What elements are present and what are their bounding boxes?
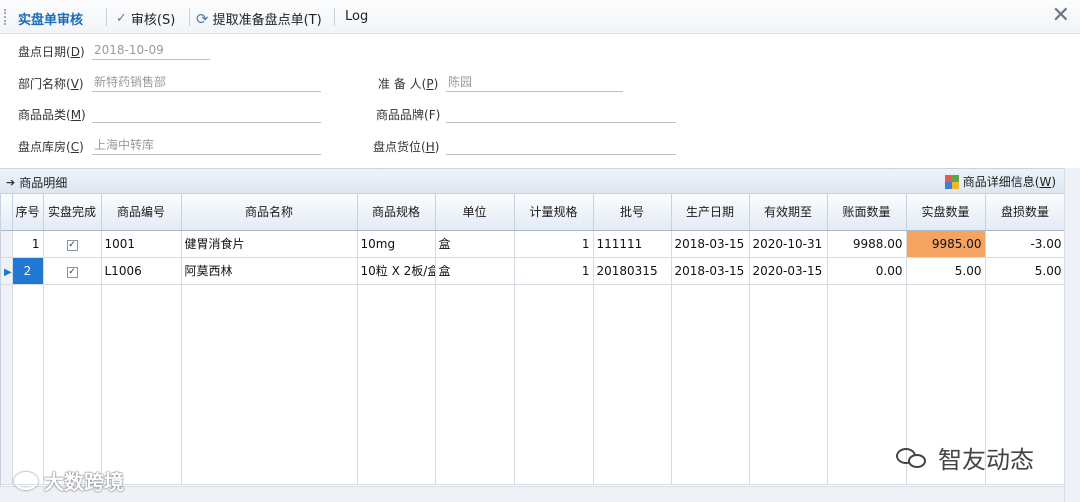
book-quantity-cell[interactable]: 0.00 [827,257,907,285]
production-date-cell[interactable]: 2018-03-15 [671,230,750,258]
toolbar-divider [334,8,335,26]
warehouse-label: 盘点库房(C) [18,140,84,154]
count-date-field[interactable]: 2018-10-09 [92,40,210,60]
toolbar-divider [106,8,107,26]
count-complete-checkbox[interactable]: ✓ [43,257,102,285]
row-number-cell: 1 [12,230,44,258]
column-header[interactable]: 序号 [12,194,44,231]
column-header[interactable]: 计量规格 [514,194,594,231]
refresh-icon: ⟳ [196,9,209,28]
measure-spec-cell[interactable]: 1 [514,257,594,285]
preparer-label: 准 备 人(P) [378,77,439,91]
detail-group-bar: ➔ 商品明细 商品详细信息(W) [0,168,1064,194]
unit-cell[interactable]: 盒 [435,257,515,285]
product-spec-cell[interactable]: 10粒 X 2板/盒 [357,257,436,285]
header-form: 盘点日期(D) 2018-10-09 部门名称(V) 新特药销售部 准 备 人(… [0,34,1080,168]
actual-quantity-cell[interactable]: 9985.00 [906,230,986,258]
toolbar-divider [189,8,190,26]
dept-label: 部门名称(V) [18,77,84,91]
watermark-left: 大数跨境 [14,466,124,495]
log-button[interactable]: Log [345,9,368,24]
vertical-scrollbar[interactable] [1064,168,1080,502]
brand-field[interactable] [446,103,676,123]
product-code-cell[interactable]: L1006 [101,257,182,285]
preparer-field[interactable]: 陈园 [446,72,623,92]
batch-number-cell[interactable]: 20180315 [593,257,672,285]
column-header[interactable]: 商品规格 [357,194,436,231]
date-label: 盘点日期(D) [18,45,85,59]
product-code-cell[interactable]: 1001 [101,230,182,258]
product-spec-cell[interactable]: 10mg [357,230,436,258]
toolbar-grip [4,9,6,25]
column-header[interactable]: 实盘数量 [906,194,986,231]
measure-spec-cell[interactable]: 1 [514,230,594,258]
column-header[interactable]: 批号 [593,194,672,231]
warehouse-field[interactable]: 上海中转库 [92,135,321,155]
column-header[interactable]: 生产日期 [671,194,750,231]
loss-quantity-cell[interactable]: -3.00 [985,230,1064,258]
category-label: 商品品类(M) [18,108,86,122]
actual-quantity-cell[interactable]: 5.00 [906,257,986,285]
column-header[interactable]: 单位 [435,194,515,231]
product-detail-label: 商品详细信息(W) [962,175,1056,189]
weibo-logo-icon [14,471,38,490]
checkbox-checked-icon: ✓ [66,240,78,251]
book-quantity-cell[interactable]: 9988.00 [827,230,907,258]
column-header[interactable]: 有效期至 [749,194,828,231]
detail-group-title[interactable]: ➔ 商品明细 [6,174,67,191]
column-header[interactable]: 盘损数量 [985,194,1064,231]
window-title: 实盘单审核 [18,13,84,28]
grid-header-row: 序号 实盘完成 商品编号 商品名称 商品规格 单位 计量规格 批号 生产日期 有… [1,194,1064,231]
current-row-arrow-icon: ▶ [4,266,12,278]
tiles-icon [944,174,959,189]
horizontal-scrollbar[interactable] [0,486,1064,502]
row-number-cell: 2 [12,257,44,285]
log-button-label: Log [345,9,369,24]
row-indicator[interactable]: ▶ [1,257,13,285]
batch-number-cell[interactable]: 111111 [593,230,672,258]
approve-button[interactable]: ✓ 审核(S) [116,9,175,28]
department-field[interactable]: 新特药销售部 [92,72,321,92]
column-header[interactable]: 账面数量 [827,194,907,231]
table-row[interactable]: 1 ✓ 1001 健胃消食片 10mg 盒 1 111111 2018-03-1… [1,230,1064,258]
column-header[interactable]: 实盘完成 [43,194,102,231]
checkbox-checked-icon: ✓ [66,267,78,278]
detail-group-label: 商品明细 [19,176,68,190]
expiry-date-cell[interactable]: 2020-10-31 [749,230,828,258]
watermark-right-text: 智友动态 [938,446,1034,474]
expiry-date-cell[interactable]: 2020-03-15 [749,257,828,285]
location-label: 盘点货位(H) [373,140,440,154]
watermark-left-text: 大数跨境 [44,470,124,494]
toolbar: 实盘单审核 ✓ 审核(S) ⟳ 提取准备盘点单(T) Log ✕ [0,0,1080,34]
column-header[interactable]: 商品编号 [101,194,182,231]
row-indicator[interactable] [1,230,13,258]
arrow-right-icon: ➔ [6,176,16,189]
watermark-right: 智友动态 [896,440,1034,475]
fetch-button-label: 提取准备盘点单(T) [212,13,322,28]
category-field[interactable] [92,103,321,123]
count-complete-checkbox[interactable]: ✓ [43,230,102,258]
wechat-logo-icon [896,446,930,470]
column-header[interactable]: 商品名称 [181,194,358,231]
location-field[interactable] [446,135,676,155]
unit-cell[interactable]: 盒 [435,230,515,258]
production-date-cell[interactable]: 2018-03-15 [671,257,750,285]
fetch-prepared-count-button[interactable]: ⟳ 提取准备盘点单(T) [196,9,322,29]
approve-button-label: 审核(S) [130,13,176,28]
product-name-cell[interactable]: 阿莫西林 [181,257,358,285]
close-icon[interactable]: ✕ [1052,3,1070,28]
product-name-cell[interactable]: 健胃消食片 [181,230,358,258]
check-icon: ✓ [116,11,127,26]
loss-quantity-cell[interactable]: 5.00 [985,257,1064,285]
row-indicator-header [1,194,13,231]
table-row[interactable]: ▶ 2 ✓ L1006 阿莫西林 10粒 X 2板/盒 盒 1 20180315… [1,257,1064,285]
brand-label: 商品品牌(F) [376,108,441,122]
product-detail-button[interactable]: 商品详细信息(W) [944,173,1056,190]
